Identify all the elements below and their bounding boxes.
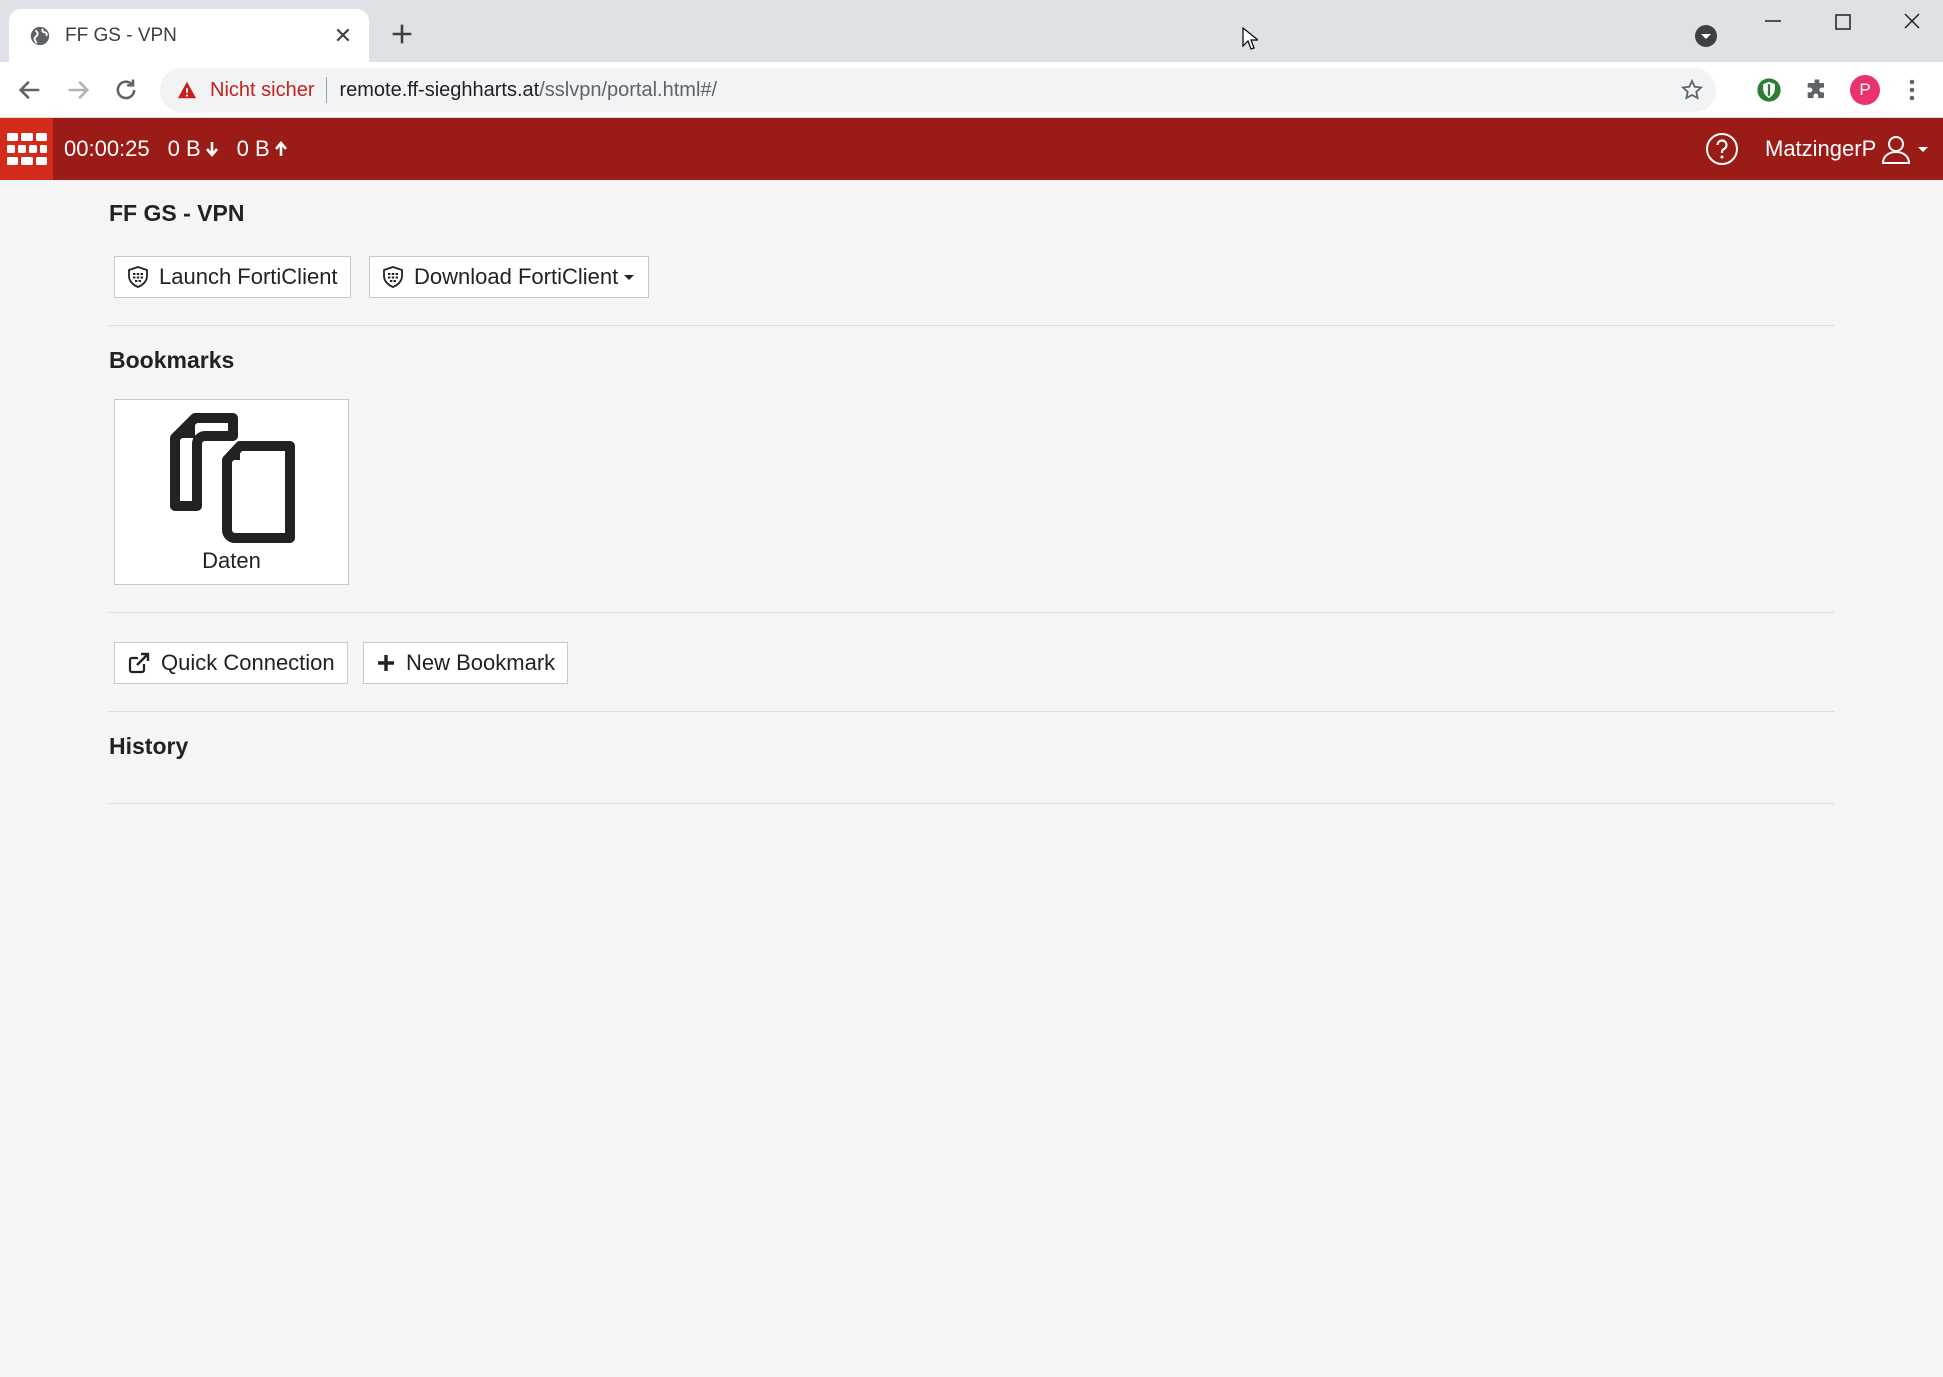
close-tab-icon[interactable]: ✕ (331, 23, 355, 48)
session-timer: 00:00:25 (64, 136, 150, 162)
arrow-down-icon (205, 142, 218, 157)
divider (109, 325, 1834, 326)
maximize-icon[interactable] (1815, 8, 1871, 38)
launch-forticlient-label: Launch FortiClient (159, 264, 338, 289)
fortinet-logo[interactable] (0, 118, 53, 180)
more-menu-icon[interactable] (1902, 76, 1922, 104)
username: MatzingerP (1765, 136, 1877, 161)
globe-icon (30, 26, 50, 45)
browser-toolbar: Nicht sicher remote.ff-sieghharts.at /ss… (0, 62, 1943, 118)
caret-down-icon (1918, 147, 1929, 152)
download-forticlient-button[interactable]: Download FortiClient (369, 256, 650, 298)
forticlient-shield-icon (383, 266, 403, 288)
url-path: /sslvpn/portal.html#/ (539, 78, 718, 101)
session-stats: 00:00:25 0 B 0 B (64, 118, 306, 180)
window-close-icon[interactable] (1884, 8, 1940, 38)
divider (109, 711, 1834, 712)
download-value: 0 B (167, 136, 201, 161)
tab-search-icon[interactable] (1694, 24, 1718, 48)
documents-icon (170, 413, 295, 543)
bookmark-tile-daten[interactable]: Daten (114, 399, 349, 585)
minimize-icon[interactable] (1745, 8, 1801, 38)
back-arrow-icon[interactable] (16, 76, 44, 104)
page-title: FF GS - VPN (109, 200, 245, 226)
plus-icon (378, 655, 394, 671)
reload-icon[interactable] (112, 76, 140, 104)
mouse-cursor-icon (1242, 27, 1258, 50)
security-status[interactable]: Nicht sicher (210, 79, 314, 102)
upload-value: 0 B (236, 136, 270, 161)
download-stat: 0 B (168, 136, 219, 162)
shield-extension-icon[interactable] (1755, 76, 1783, 104)
bookmark-label: Daten (202, 548, 261, 573)
caret-down-icon (624, 275, 635, 280)
upload-stat: 0 B (237, 136, 288, 162)
divider (109, 612, 1834, 613)
extensions-puzzle-icon[interactable] (1803, 76, 1831, 104)
new-bookmark-label: New Bookmark (406, 650, 556, 675)
new-bookmark-button[interactable]: New Bookmark (363, 642, 569, 684)
url-host: remote.ff-sieghharts.at (339, 78, 540, 101)
bookmarks-heading: Bookmarks (109, 347, 235, 373)
bookmark-star-icon[interactable] (1680, 78, 1704, 102)
help-icon[interactable] (1704, 131, 1740, 167)
divider (109, 803, 1834, 804)
forticlient-shield-icon (128, 266, 148, 288)
external-link-icon (128, 652, 150, 674)
browser-tab[interactable]: FF GS - VPN ✕ (9, 9, 369, 62)
forward-arrow-icon[interactable] (64, 76, 92, 104)
profile-avatar[interactable]: P (1850, 75, 1880, 105)
user-menu[interactable]: MatzingerP (1765, 118, 1930, 180)
user-icon (1882, 136, 1911, 164)
quick-connection-button[interactable]: Quick Connection (114, 642, 348, 684)
portal-header: 00:00:25 0 B 0 B MatzingerP (0, 118, 1943, 180)
fortinet-grid-icon (6, 133, 47, 165)
arrow-up-icon (274, 141, 287, 156)
tab-strip: FF GS - VPN ✕ (0, 0, 1943, 62)
warning-icon (177, 81, 197, 99)
timer-value: 00:00:25 (64, 136, 150, 161)
address-bar[interactable]: Nicht sicher remote.ff-sieghharts.at /ss… (160, 68, 1716, 112)
quick-connection-label: Quick Connection (161, 650, 335, 675)
history-heading: History (109, 733, 189, 759)
new-tab-icon[interactable] (388, 20, 416, 48)
tab-title: FF GS - VPN (65, 24, 177, 46)
launch-forticlient-button[interactable]: Launch FortiClient (114, 256, 351, 298)
url-separator (326, 77, 328, 103)
download-forticlient-label: Download FortiClient (414, 264, 619, 289)
